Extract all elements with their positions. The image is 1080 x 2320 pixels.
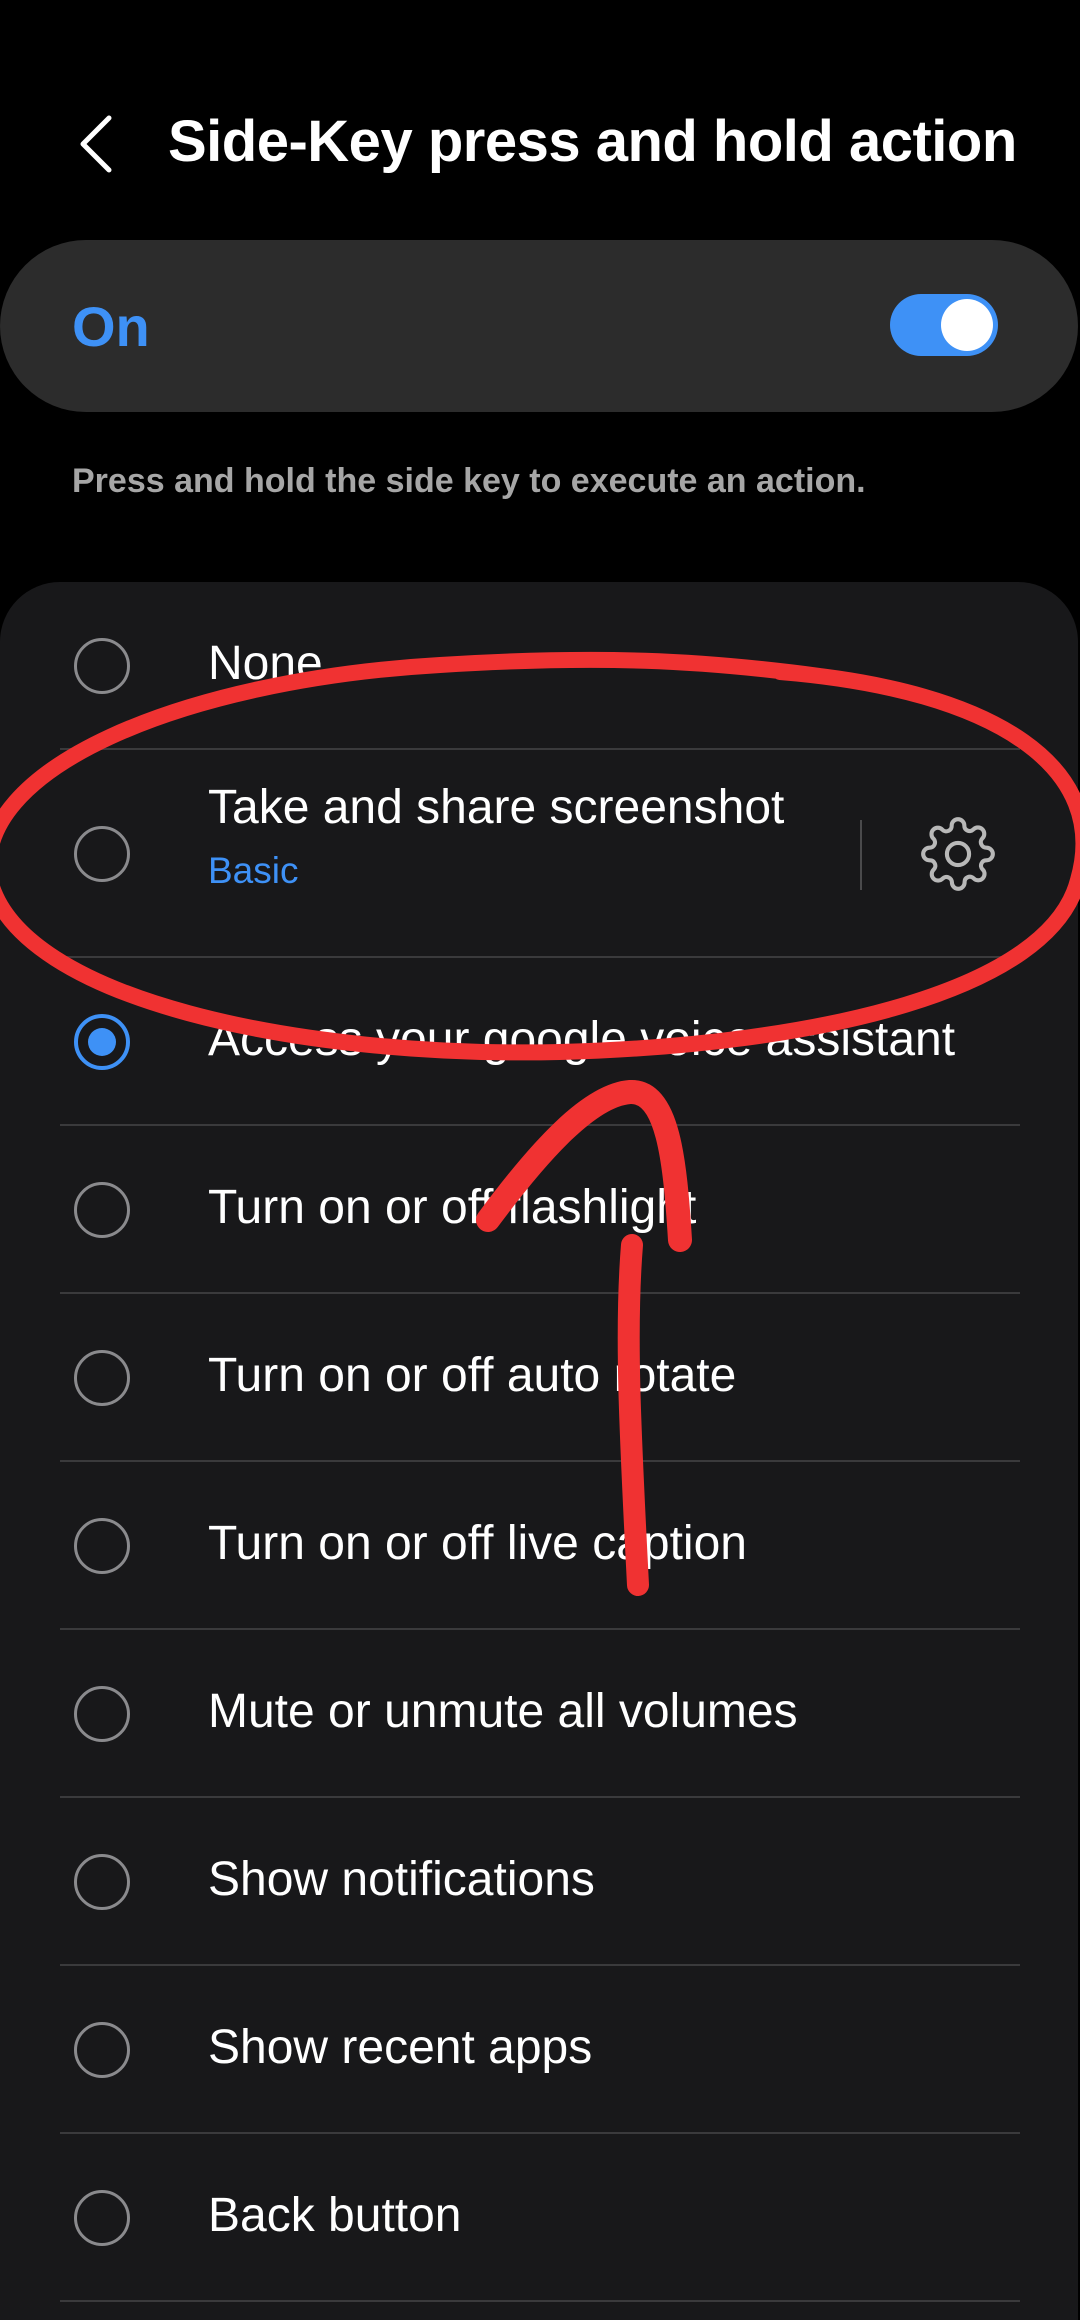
radio-button[interactable] [74,2190,130,2246]
switch-knob [941,299,993,351]
master-switch-label: On [72,295,150,358]
option-mute-volumes[interactable]: Mute or unmute all volumes [0,1630,1078,1798]
option-label: Turn on or off auto rotate [208,1349,737,1402]
option-none[interactable]: None [0,582,1078,750]
radio-button[interactable] [74,1182,130,1238]
chevron-left-icon [80,115,112,173]
radio-button[interactable] [74,1518,130,1574]
divider [60,2300,1020,2302]
option-show-notifications[interactable]: Show notifications [0,1798,1078,1966]
radio-button[interactable] [74,1854,130,1910]
radio-button[interactable] [74,1686,130,1742]
option-show-recent-apps[interactable]: Show recent apps [0,1966,1078,2134]
options-list: None Take and share screenshot Basic Acc… [0,582,1078,2320]
master-switch[interactable] [890,294,998,356]
option-back-button[interactable]: Back button [0,2134,1078,2302]
option-label: Show recent apps [208,2021,593,2074]
radio-button[interactable] [74,638,130,694]
description-text: Press and hold the side key to execute a… [72,462,866,500]
option-label: Turn on or off flashlight [208,1181,697,1234]
master-switch-bar[interactable]: On [0,240,1078,412]
app-bar: Side-Key press and hold action [0,0,1080,230]
option-access-google-voice-assistant[interactable]: Access your google voice assistant [0,958,1078,1126]
back-button[interactable] [60,106,130,182]
radio-button[interactable] [74,2022,130,2078]
settings-button[interactable] [920,816,996,892]
option-label: None [208,637,323,690]
option-label: Back button [208,2189,462,2242]
gear-icon [921,817,995,891]
option-auto-rotate[interactable]: Turn on or off auto rotate [0,1294,1078,1462]
option-sublabel: Basic [208,850,299,891]
option-label: Show notifications [208,1853,595,1906]
settings-screen: Side-Key press and hold action On Press … [0,0,1080,2320]
option-flashlight[interactable]: Turn on or off flashlight [0,1126,1078,1294]
option-take-and-share-screenshot[interactable]: Take and share screenshot Basic [0,750,1078,958]
option-label: Turn on or off live caption [208,1517,747,1570]
radio-button[interactable] [74,1350,130,1406]
page-title: Side-Key press and hold action [168,109,1017,174]
radio-button-selected[interactable] [74,1014,130,1070]
option-label: Take and share screenshot [208,781,785,834]
radio-button[interactable] [74,826,130,882]
vertical-separator [860,820,862,890]
option-label: Access your google voice assistant [208,1013,956,1066]
option-label: Mute or unmute all volumes [208,1685,798,1738]
option-live-caption[interactable]: Turn on or off live caption [0,1462,1078,1630]
